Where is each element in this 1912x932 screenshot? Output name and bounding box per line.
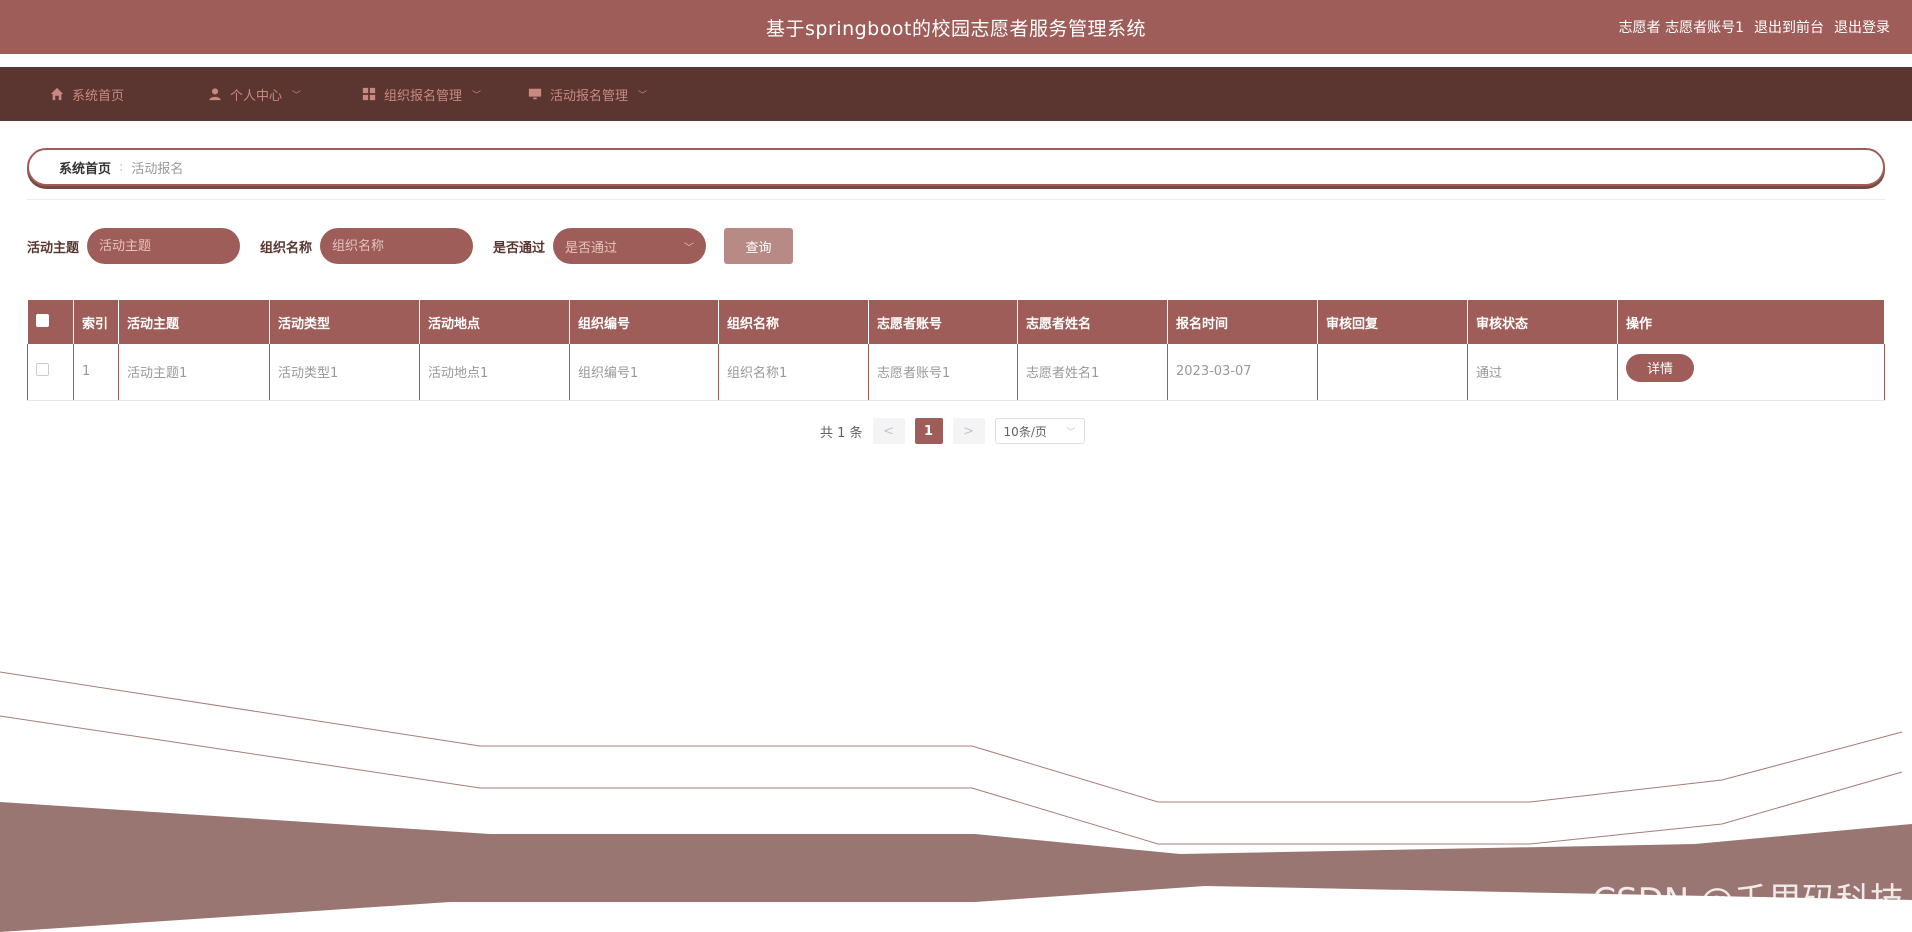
breadcrumb: 系统首页 : 活动报名	[27, 148, 1885, 186]
table-header-row: 索引 活动主题 活动类型 活动地点 组织编号 组织名称 志愿者账号 志愿者姓名 …	[27, 300, 1885, 344]
col-header: 志愿者姓名	[1017, 300, 1168, 344]
org-name-input[interactable]	[320, 228, 474, 264]
page-size-value: 10条/页	[1003, 424, 1047, 439]
breadcrumb-separator: :	[119, 159, 124, 175]
row-select-cell	[27, 344, 74, 401]
col-header: 审核状态	[1467, 300, 1618, 344]
cell-volunteer-account: 志愿者账号1	[868, 344, 1018, 401]
grid-icon	[362, 87, 376, 101]
cell-org-name: 组织名称1	[718, 344, 869, 401]
chevron-down-icon: ﹀	[472, 90, 482, 101]
home-icon	[50, 87, 64, 101]
select-all-cell	[27, 300, 74, 344]
signup-table: 索引 活动主题 活动类型 活动地点 组织编号 组织名称 志愿者账号 志愿者姓名 …	[27, 300, 1885, 401]
page-size-select[interactable]: 10条/页 ﹀	[994, 418, 1085, 444]
user-links: 志愿者 志愿者账号1 退出到前台 退出登录	[1619, 0, 1890, 54]
col-header: 活动类型	[269, 300, 420, 344]
nav-item-org-signup[interactable]: 组织报名管理 ﹀	[362, 67, 481, 121]
prev-page-button[interactable]: <	[872, 418, 905, 444]
front-link[interactable]: 退出到前台	[1754, 17, 1824, 37]
nav-label-personal: 个人中心	[230, 88, 283, 104]
theme-input[interactable]	[87, 228, 241, 264]
nav-item-activity-signup[interactable]: 活动报名管理 ﹀	[528, 67, 647, 121]
page-number-current[interactable]: 1	[914, 418, 943, 444]
col-header: 活动地点	[419, 300, 570, 344]
cell-type: 活动类型1	[269, 344, 420, 401]
chevron-down-icon: ﹀	[1066, 427, 1076, 438]
cell-theme: 活动主题1	[118, 344, 270, 401]
pass-label: 是否通过	[493, 240, 546, 256]
breadcrumb-home[interactable]: 系统首页	[59, 158, 111, 177]
col-header: 组织名称	[718, 300, 869, 344]
cell-signup-time: 2023-03-07	[1167, 344, 1318, 401]
pagination: 共 1 条 < 1 > 10条/页 ﹀	[820, 418, 1085, 444]
watermark: CSDN @千里码科技	[1592, 881, 1904, 921]
pagination-total: 共 1 条	[820, 425, 863, 441]
cell-review-reply	[1317, 344, 1468, 401]
search-form: 活动主题 组织名称 是否通过 是否通过 ﹀ 查询	[27, 228, 794, 264]
select-all-checkbox[interactable]	[35, 313, 49, 327]
user-icon	[209, 88, 221, 101]
logout-link[interactable]: 退出登录	[1834, 17, 1890, 37]
top-header: 基于springboot的校园志愿者服务管理系统 志愿者 志愿者账号1 退出到前…	[0, 0, 1912, 54]
nav-label-home: 系统首页	[72, 88, 125, 104]
cell-org-no: 组织编号1	[569, 344, 719, 401]
chevron-down-icon: ﹀	[684, 242, 695, 254]
col-header: 审核回复	[1317, 300, 1468, 344]
nav-item-personal[interactable]: 个人中心 ﹀	[208, 67, 301, 121]
pass-select[interactable]: 是否通过 ﹀	[553, 228, 707, 264]
cell-action: 详情	[1617, 344, 1885, 401]
col-header: 组织编号	[569, 300, 719, 344]
main-nav: 系统首页 个人中心 ﹀ 组织报名管理 ﹀ 活动报名管理 ﹀	[0, 67, 1912, 121]
user-label: 志愿者 志愿者账号1	[1618, 20, 1744, 36]
app-title: 基于springboot的校园志愿者服务管理系统	[766, 17, 1146, 40]
table-row: 1 活动主题1 活动类型1 活动地点1 组织编号1 组织名称1 志愿者账号1 志…	[27, 344, 1885, 401]
divider	[27, 199, 1885, 200]
cell-index: 1	[73, 344, 119, 401]
col-header: 志愿者账号	[868, 300, 1018, 344]
nav-label-org-signup: 组织报名管理	[384, 88, 463, 104]
breadcrumb-current: 活动报名	[131, 161, 184, 177]
pass-select-value: 是否通过	[565, 240, 618, 256]
org-label: 组织名称	[260, 240, 313, 256]
col-header: 报名时间	[1167, 300, 1318, 344]
nav-item-home[interactable]: 系统首页	[50, 67, 124, 121]
detail-button[interactable]: 详情	[1626, 353, 1694, 382]
col-header: 活动主题	[118, 300, 270, 344]
row-checkbox[interactable]	[36, 363, 49, 377]
chevron-down-icon: ﹀	[638, 90, 648, 101]
monitor-icon	[528, 88, 542, 100]
nav-label-activity-signup: 活动报名管理	[550, 88, 629, 104]
query-button[interactable]: 查询	[724, 228, 794, 264]
cell-volunteer-name: 志愿者姓名1	[1017, 344, 1168, 401]
next-page-button[interactable]: >	[952, 418, 985, 444]
chevron-down-icon: ﹀	[292, 90, 302, 101]
col-header: 索引	[73, 300, 119, 344]
col-header: 操作	[1617, 300, 1885, 344]
cell-review-status: 通过	[1467, 344, 1618, 401]
theme-label: 活动主题	[27, 240, 80, 256]
cell-location: 活动地点1	[419, 344, 570, 401]
